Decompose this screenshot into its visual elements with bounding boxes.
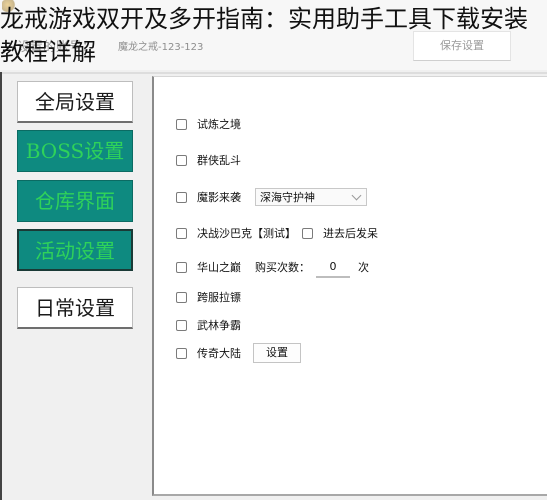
chevron-down-icon <box>351 190 362 200</box>
huashan-checkbox[interactable] <box>176 261 187 273</box>
legend-continent-checkbox[interactable] <box>176 347 187 359</box>
activity-row: 决战沙巴克【测试】 进去后发呆 <box>176 223 378 243</box>
sidebar-item-boss-settings[interactable]: BOSS设置 <box>17 130 133 172</box>
trial-checkbox[interactable] <box>176 118 187 130</box>
activity-label: 魔影来袭 <box>197 191 241 204</box>
activity-row: 群侠乱斗 <box>176 150 241 170</box>
activity-label: 传奇大陆 <box>197 347 241 360</box>
idle-after-enter-checkbox[interactable] <box>302 227 313 239</box>
activity-row: 武林争霸 <box>176 315 241 335</box>
brawl-checkbox[interactable] <box>176 154 187 166</box>
martial-contest-checkbox[interactable] <box>176 319 187 331</box>
activity-settings-panel: 试炼之境 群侠乱斗 魔影来袭 深海守护神 决战沙巴克【测试】 进去后发呆 华山之… <box>152 76 547 496</box>
boss-select-value: 深海守护神 <box>260 191 315 204</box>
sidebar-item-global-settings[interactable]: 全局设置 <box>17 81 133 123</box>
overlay-title: 龙戒游戏双开及多开指南：实用助手工具下载安装教程详解 <box>0 5 528 66</box>
activity-label: 跨服拉镖 <box>197 291 241 304</box>
idle-after-enter-label: 进去后发呆 <box>323 227 378 240</box>
boss-select[interactable]: 深海守护神 <box>255 188 367 206</box>
activity-row: 试炼之境 <box>176 114 241 134</box>
sidebar-item-daily-settings[interactable]: 日常设置 <box>17 287 133 329</box>
activity-label: 武林争霸 <box>197 319 241 332</box>
activity-row: 魔影来袭 深海守护神 <box>176 187 367 207</box>
purchase-count-label: 购买次数： <box>255 261 310 274</box>
sidebar-item-warehouse[interactable]: 仓库界面 <box>17 180 133 222</box>
legend-settings-button[interactable]: 设置 <box>253 343 301 363</box>
activity-label: 群侠乱斗 <box>197 154 241 167</box>
purchase-count-input[interactable] <box>316 256 350 278</box>
purchase-unit: 次 <box>358 261 369 274</box>
shadow-raid-checkbox[interactable] <box>176 191 187 203</box>
activity-row: 跨服拉镖 <box>176 287 241 307</box>
activity-label: 试炼之境 <box>197 118 241 131</box>
sidebar: 全局设置 BOSS设置 仓库界面 活动设置 日常设置 <box>2 74 150 500</box>
sabac-checkbox[interactable] <box>176 227 187 239</box>
activity-label: 华山之巅 <box>197 261 241 274</box>
activity-label: 决战沙巴克【测试】 <box>197 227 296 240</box>
activity-row: 华山之巅 购买次数： 次 <box>176 256 369 278</box>
cross-server-escort-checkbox[interactable] <box>176 291 187 303</box>
sidebar-item-activity-settings[interactable]: 活动设置 <box>17 229 133 271</box>
activity-row: 传奇大陆 设置 <box>176 343 301 363</box>
